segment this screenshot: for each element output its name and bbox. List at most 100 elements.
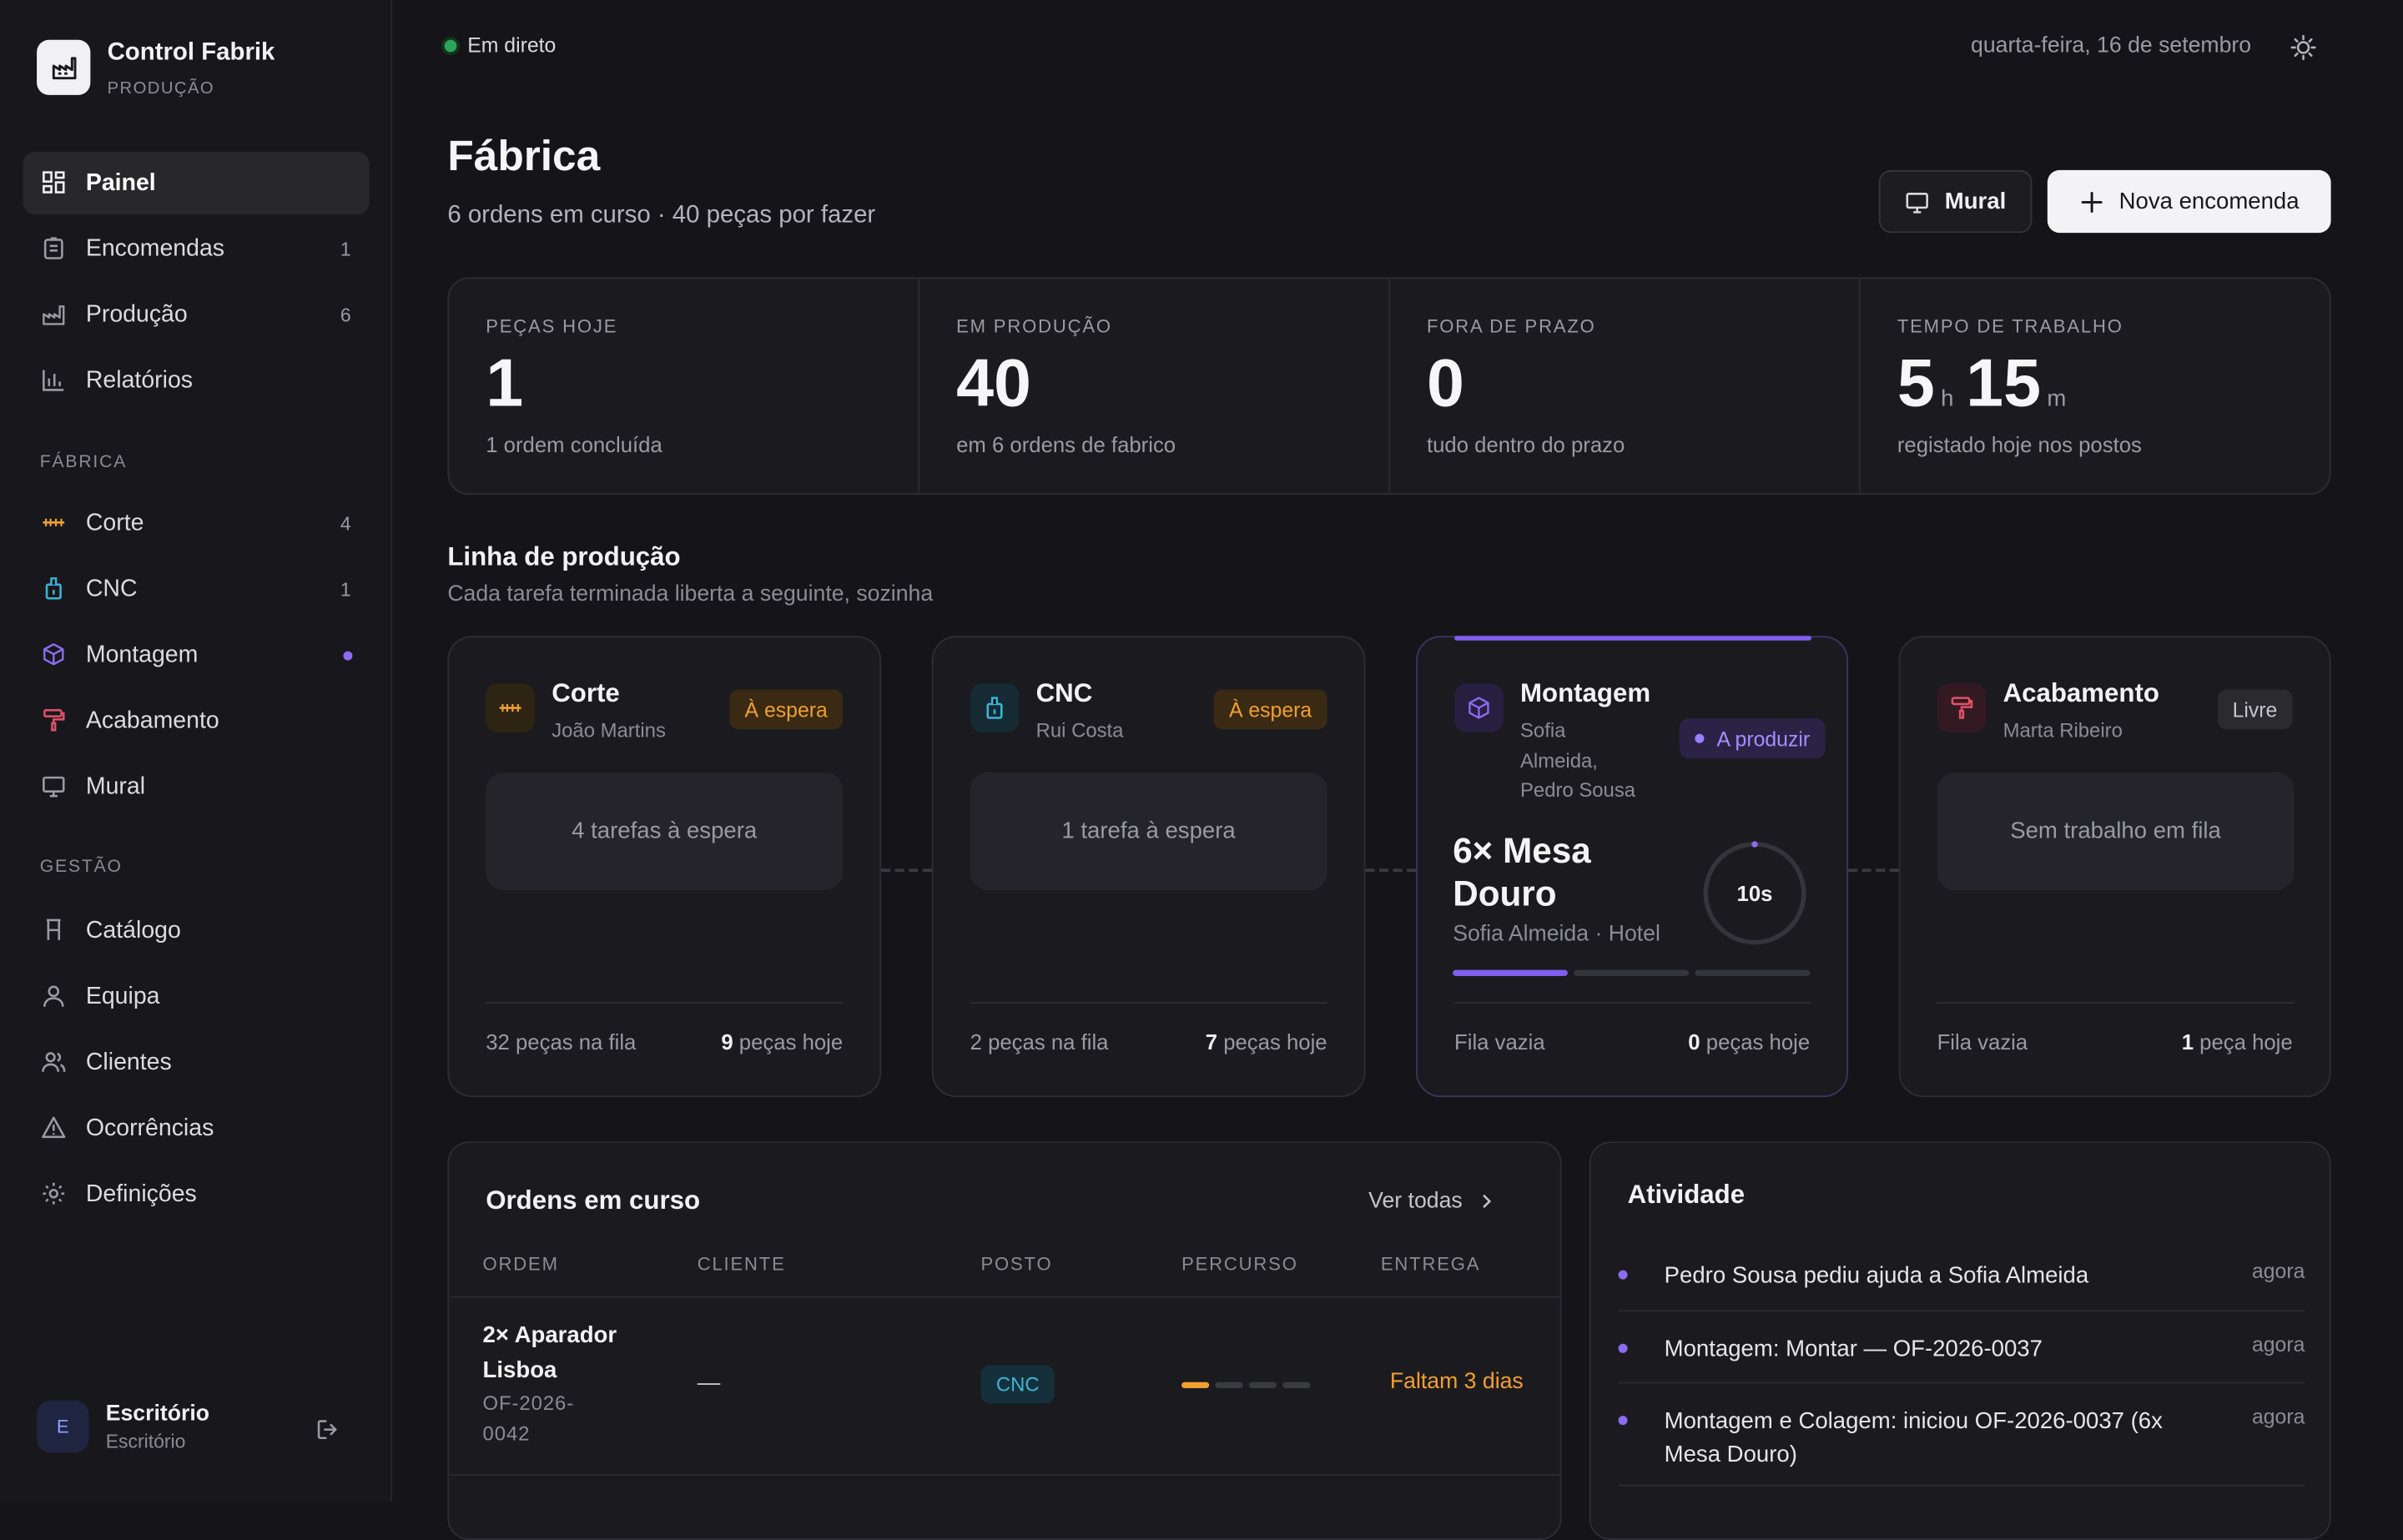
nav-label: Equipa: [85, 983, 160, 1009]
mural-button[interactable]: Mural: [1878, 169, 2033, 234]
cnc-machine-icon: [970, 683, 1020, 732]
activity-item[interactable]: Pedro Sousa pediu ajuda a Sofia Almeida …: [1618, 1259, 2305, 1312]
nav-item-definicoes[interactable]: Definições: [23, 1163, 370, 1225]
status-badge: Livre: [2217, 689, 2293, 730]
order-station-badge: CNC: [980, 1365, 1055, 1404]
activity-dot-icon: [1618, 1270, 1628, 1280]
station-name: Montagem: [1520, 678, 1651, 708]
stat-note: 1 ordem concluída: [486, 431, 662, 457]
pieces-today-label: peças hoje: [1217, 1029, 1327, 1054]
station-montagem[interactable]: Montagem Sofia Almeida, Pedro Sousa A pr…: [1416, 636, 1849, 1098]
divider: [970, 1002, 1327, 1004]
nav-item-acabamento[interactable]: Acabamento: [23, 690, 370, 752]
package-icon: [43, 643, 64, 666]
current-date: quarta-feira, 16 de setembro: [1971, 33, 2252, 58]
nav-item-equipa[interactable]: Equipa: [23, 965, 370, 1028]
fabrica-nav: Corte 4 CNC 1 Montagem Acabamento Mural: [23, 492, 370, 822]
user-icon: [43, 985, 64, 1007]
new-order-button[interactable]: Nova encomenda: [2047, 169, 2331, 234]
nav-label: CNC: [85, 575, 138, 601]
gear-icon: [43, 1182, 65, 1205]
minutes-value: 15: [1966, 346, 2042, 422]
station-acabamento[interactable]: Acabamento Marta Ribeiro Livre Sem traba…: [1898, 636, 2331, 1098]
nav-item-corte[interactable]: Corte 4: [23, 492, 370, 555]
step-segment: [1695, 969, 1811, 976]
route-segment: [1181, 1381, 1210, 1389]
nav-label: Definições: [85, 1180, 197, 1207]
operator-line: Almeida,: [1520, 748, 1598, 772]
route-segment: [1282, 1381, 1311, 1389]
column-header-ordem: ORDEM: [482, 1253, 559, 1276]
clipboard-icon: [43, 237, 63, 259]
nav-item-painel[interactable]: Painel: [23, 151, 370, 215]
line-connector: [1848, 868, 1899, 873]
users-icon: [42, 1052, 66, 1072]
queue-count: Fila vazia: [1454, 1029, 1545, 1054]
active-bar: [1454, 636, 1811, 641]
logout-icon[interactable]: [315, 1417, 340, 1442]
nav-label: Painel: [85, 169, 156, 196]
pieces-today: 9 peças hoje: [721, 1029, 843, 1054]
station-cnc[interactable]: CNC Rui Costa À espera 1 tarefa à espera…: [931, 636, 1366, 1098]
nav-item-encomendas[interactable]: Encomendas 1: [23, 218, 370, 280]
activity-item[interactable]: Montagem: Montar — OF-2026-0037 agora: [1618, 1333, 2305, 1384]
nav-label: Acabamento: [85, 707, 219, 733]
station-corte[interactable]: Corte João Martins À espera 4 tarefas à …: [447, 636, 882, 1098]
live-dot-icon: [444, 38, 457, 52]
see-all-link[interactable]: Ver todas: [1368, 1189, 1496, 1214]
column-header-posto: POSTO: [980, 1253, 1053, 1276]
chevron-right-icon: [1484, 1195, 1492, 1208]
activity-panel: Atividade Pedro Sousa pediu ajuda a Sofi…: [1589, 1141, 2331, 1540]
bar-chart-icon: [43, 370, 64, 391]
nav-item-producao[interactable]: Produção 6: [23, 284, 370, 346]
stat-value: 5 h 15 m: [1897, 346, 2078, 423]
nav-item-montagem[interactable]: Montagem: [23, 624, 370, 687]
nav-item-clientes[interactable]: Clientes: [23, 1031, 370, 1094]
new-order-label: Nova encomenda: [2118, 188, 2300, 215]
stat-note: em 6 ordens de fabrico: [956, 431, 1176, 457]
nav-item-catalogo[interactable]: Catálogo: [23, 899, 370, 962]
plus-icon: [2081, 191, 2103, 213]
orders-title: Ordens em curso: [486, 1185, 701, 1215]
stat-em-producao: EM PRODUÇÃO 40 em 6 ordens de fabrico: [919, 279, 1390, 494]
activity-time: agora: [2251, 1405, 2305, 1428]
activity-text: Montagem: Montar — OF-2026-0037: [1664, 1336, 2043, 1362]
queue-count: 2 peças na fila: [970, 1029, 1109, 1054]
active-indicator-dot: [343, 650, 353, 660]
chair-icon: [47, 918, 61, 940]
queue-count: 32 peças na fila: [486, 1029, 637, 1054]
station-name: Acabamento: [2002, 678, 2159, 708]
user-name: Escritório: [105, 1401, 210, 1427]
brand[interactable]: Control Fabrik PRODUÇÃO: [37, 39, 275, 98]
main-nav: Painel Encomendas 1 Produção 6 Relatório…: [23, 151, 370, 415]
pieces-today: 7 peças hoje: [1206, 1029, 1327, 1054]
stat-pecas-hoje: PEÇAS HOJE 1 1 ordem concluída: [449, 279, 920, 494]
line-connector: [1365, 868, 1417, 873]
cut-icon: [486, 683, 536, 732]
step-segment: [1453, 969, 1568, 976]
minutes-unit: m: [2047, 385, 2067, 413]
monitor-icon: [43, 776, 65, 798]
nav-item-relatorios[interactable]: Relatórios: [23, 350, 370, 412]
queue-box: Sem trabalho em fila: [1937, 772, 2295, 891]
pieces-today-value: 9: [721, 1029, 733, 1054]
nav-count: 1: [340, 578, 351, 601]
see-all-label: Ver todas: [1368, 1189, 1463, 1214]
hours-value: 5: [1897, 346, 1935, 422]
nav-item-mural[interactable]: Mural: [23, 755, 370, 818]
nav-item-cnc[interactable]: CNC 1: [23, 558, 370, 621]
production-line-subtitle: Cada tarefa terminada liberta a seguinte…: [447, 581, 934, 607]
activity-item[interactable]: Montagem e Colagem: iniciou OF-2026-0037…: [1618, 1405, 2305, 1487]
activity-text: Montagem e Colagem: iniciou OF-2026-0037…: [1664, 1407, 2163, 1468]
nav-section-fabrica: FÁBRICA: [39, 453, 128, 472]
station-name: CNC: [1035, 678, 1093, 708]
nav-item-ocorrencias[interactable]: Ocorrências: [23, 1097, 370, 1160]
stat-label: FORA DE PRAZO: [1426, 315, 1596, 338]
nav-label: Mural: [85, 773, 146, 799]
nav-section-gestao: GESTÃO: [39, 858, 123, 877]
user-account[interactable]: E Escritório Escritório: [37, 1400, 210, 1453]
status-badge: À espera: [729, 689, 844, 730]
sun-icon[interactable]: [2290, 33, 2317, 61]
paint-roller-icon: [1937, 683, 1987, 732]
activity-time: agora: [2251, 1259, 2305, 1283]
